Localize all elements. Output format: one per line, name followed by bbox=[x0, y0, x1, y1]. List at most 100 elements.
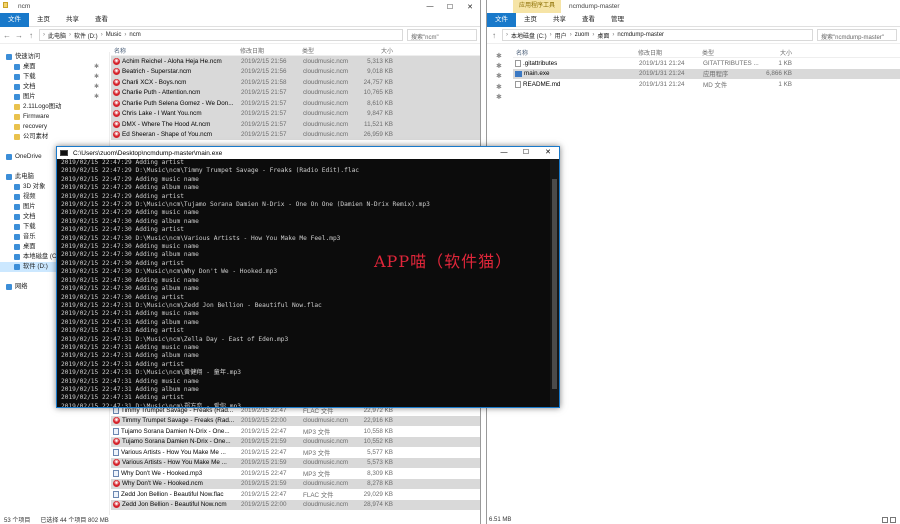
tab-view[interactable]: 查看 bbox=[87, 13, 116, 27]
maximize-button[interactable]: ☐ bbox=[515, 147, 537, 159]
list-item[interactable]: main.exe 2019/1/31 21:24 应用程序 6,866 KB bbox=[513, 68, 900, 79]
list-item[interactable]: ◉ Charlie Puth - Attention.ncm 2019/2/15 2… bbox=[111, 87, 480, 98]
breadcrumb-item[interactable]: 用户 bbox=[555, 31, 567, 40]
minimize-button[interactable] bbox=[840, 0, 860, 13]
music-file-icon: ◉ bbox=[113, 131, 120, 139]
tab-view[interactable]: 查看 bbox=[574, 13, 603, 27]
breadcrumb-item[interactable]: 软件 (D:) bbox=[74, 31, 98, 40]
up-arrow-icon[interactable]: ↑ bbox=[490, 31, 498, 40]
breadcrumb-item[interactable]: 此电脑 bbox=[48, 31, 66, 40]
console-line: 2019/02/15 22:47:29 Adding artist bbox=[61, 159, 184, 166]
sidebar-item[interactable]: 公司素材 bbox=[0, 132, 109, 142]
breadcrumb-item[interactable]: ncm bbox=[129, 32, 140, 38]
breadcrumb-item[interactable]: ncmdump-master bbox=[617, 32, 664, 38]
context-tab[interactable]: 应用程序工具 bbox=[513, 0, 562, 13]
large-icons-view-icon[interactable] bbox=[890, 517, 896, 523]
console-line: 2019/02/15 22:47:31 D:\Music\ncm\黄健翔 - 童… bbox=[61, 369, 241, 377]
file-type: MP3 文件 bbox=[303, 428, 331, 436]
sidebar-item[interactable]: 文档 ✱ bbox=[0, 82, 109, 92]
sidebar-item-label: recovery bbox=[23, 123, 48, 130]
breadcrumb[interactable]: › 本地磁盘 (C:) › 用户 › zuom › 桌面 › ncmdump-m… bbox=[502, 29, 813, 41]
title-bar[interactable]: ncm — ☐ ✕ bbox=[0, 0, 480, 13]
close-button[interactable] bbox=[880, 0, 900, 13]
list-item[interactable]: ◉ Timmy Trumpet Savage - Freaks (Rad... 20… bbox=[111, 415, 480, 426]
list-item[interactable]: .gitattributes 2019/1/31 21:24 GITATTRIBUT… bbox=[513, 58, 900, 69]
file-date: 2019/2/15 21:57 bbox=[241, 110, 287, 118]
column-type[interactable]: 类型 bbox=[699, 48, 761, 57]
column-type[interactable]: 类型 bbox=[299, 46, 359, 55]
list-item[interactable]: ◉ Zedd Jon Bellion - Beautiful Now.ncm 201… bbox=[111, 499, 480, 510]
search-input[interactable]: 搜索"ncmdump-master" bbox=[817, 29, 897, 41]
breadcrumb-item[interactable]: Music bbox=[106, 32, 122, 38]
download-icon bbox=[14, 74, 20, 80]
sidebar-item[interactable]: 快速访问 bbox=[0, 52, 109, 62]
desktop-icon bbox=[14, 64, 20, 70]
music-file-icon: ◉ bbox=[113, 438, 120, 446]
column-date[interactable]: 修改日期 bbox=[237, 46, 299, 55]
list-item[interactable]: ◉ Charlie Puth Selena Gomez - We Don... 20… bbox=[111, 98, 480, 109]
title-bar[interactable]: 应用程序工具 ncmdump-master bbox=[487, 0, 900, 13]
column-date[interactable]: 修改日期 bbox=[635, 48, 699, 57]
back-arrow-icon[interactable]: ← bbox=[3, 31, 11, 40]
list-item[interactable]: ◉ Chris Lake - I Want You.ncm 2019/2/15 21… bbox=[111, 108, 480, 119]
list-item[interactable]: ◉ Achim Reichel - Aloha Heja He.ncm 2019/2… bbox=[111, 56, 480, 67]
file-type: cloudmusic.ncm bbox=[303, 57, 349, 65]
scroll-thumb[interactable] bbox=[552, 179, 557, 389]
minimize-button[interactable]: — bbox=[493, 147, 515, 159]
file-type: MP3 文件 bbox=[303, 470, 331, 478]
console-scrollbar[interactable] bbox=[550, 159, 559, 407]
console-title-bar[interactable]: C:\Users\zuom\Desktop\ncmdump-master\mai… bbox=[57, 147, 559, 159]
sidebar-item[interactable]: 桌面 ✱ bbox=[0, 62, 109, 72]
sidebar-item[interactable]: 图片 ✱ bbox=[0, 92, 109, 102]
breadcrumb[interactable]: › 此电脑 › 软件 (D:) › Music › ncm bbox=[39, 29, 403, 41]
search-input[interactable]: 搜索"ncm" bbox=[407, 29, 477, 41]
list-item[interactable]: Why Don't We - Hooked.mp3 2019/2/15 22:47… bbox=[111, 468, 480, 479]
sidebar-item[interactable]: 2.11Logo图动 bbox=[0, 102, 109, 112]
application-icon bbox=[515, 70, 522, 77]
list-item[interactable]: Zedd Jon Bellion - Beautiful Now.flac 201… bbox=[111, 489, 480, 500]
console-window[interactable]: C:\Users\zuom\Desktop\ncmdump-master\mai… bbox=[56, 146, 560, 408]
console-line: 2019/02/15 22:47:31 Adding album name bbox=[61, 385, 199, 393]
list-item[interactable]: ◉ Tujamo Sorana Damien N-Drix - One... 201… bbox=[111, 436, 480, 447]
column-size[interactable]: 大小 bbox=[761, 48, 796, 57]
breadcrumb-item[interactable]: zuom bbox=[575, 32, 590, 38]
list-item[interactable]: ◉ DMX - Where The Hood At.ncm 2019/2/15 21… bbox=[111, 119, 480, 130]
file-size: 5,313 KB bbox=[367, 57, 393, 65]
column-name[interactable]: 名称 bbox=[513, 48, 635, 57]
breadcrumb-item[interactable]: 桌面 bbox=[597, 31, 609, 40]
tab-share[interactable]: 共享 bbox=[58, 13, 87, 27]
maximize-button[interactable]: ☐ bbox=[440, 0, 460, 13]
list-item[interactable]: ◉ Various Artists - How You Make Me ... 20… bbox=[111, 457, 480, 468]
list-item[interactable]: ◉ Ed Sheeran - Shape of You.ncm 2019/2/15 … bbox=[111, 129, 480, 140]
column-headers: 名称 修改日期 类型 大小 bbox=[111, 46, 480, 56]
sidebar-item[interactable]: 下载 ✱ bbox=[0, 72, 109, 82]
column-size[interactable]: 大小 bbox=[359, 46, 397, 55]
tab-home[interactable]: 主页 bbox=[516, 13, 545, 27]
column-name[interactable]: 名称 bbox=[111, 46, 237, 55]
details-view-icon[interactable] bbox=[882, 517, 888, 523]
close-button[interactable]: ✕ bbox=[460, 0, 480, 13]
maximize-button[interactable] bbox=[860, 0, 880, 13]
minimize-button[interactable]: — bbox=[420, 0, 440, 13]
list-item[interactable]: ◉ Beatrich - Superstar.ncm 2019/2/15 21:56… bbox=[111, 66, 480, 77]
up-arrow-icon[interactable]: ↑ bbox=[27, 31, 35, 40]
list-item[interactable]: ◉ Why Don't We - Hooked.ncm 2019/2/15 21:5… bbox=[111, 478, 480, 489]
sidebar-item[interactable]: recovery bbox=[0, 122, 109, 132]
forward-arrow-icon[interactable]: → bbox=[15, 31, 23, 40]
tab-manage[interactable]: 管理 bbox=[603, 13, 632, 27]
list-item[interactable]: ◉ Charli XCX - Boys.ncm 2019/2/15 21:58 clo… bbox=[111, 77, 480, 88]
list-item[interactable]: Tujamo Sorana Damien N-Drix - One... 2019… bbox=[111, 426, 480, 437]
audio-file-icon bbox=[113, 448, 119, 456]
tab-file[interactable]: 文件 bbox=[487, 12, 516, 27]
sidebar-item[interactable]: Firmware bbox=[0, 112, 109, 122]
console-output[interactable]: 2019/02/15 22:47:29 Adding artist 2019/02… bbox=[57, 159, 550, 407]
tab-share[interactable]: 共享 bbox=[545, 13, 574, 27]
tab-home[interactable]: 主页 bbox=[29, 13, 58, 27]
list-item[interactable]: README.md 2019/1/31 21:24 MD 文件 1 KB bbox=[513, 79, 900, 90]
tab-file[interactable]: 文件 bbox=[0, 12, 29, 27]
file-name-cell: ◉ DMX - Where The Hood At.ncm bbox=[111, 120, 237, 128]
breadcrumb-item[interactable]: 本地磁盘 (C:) bbox=[511, 31, 547, 40]
picture-icon bbox=[14, 94, 20, 100]
list-item[interactable]: Various Artists - How You Make Me ... 201… bbox=[111, 447, 480, 458]
close-button[interactable]: ✕ bbox=[537, 147, 559, 159]
